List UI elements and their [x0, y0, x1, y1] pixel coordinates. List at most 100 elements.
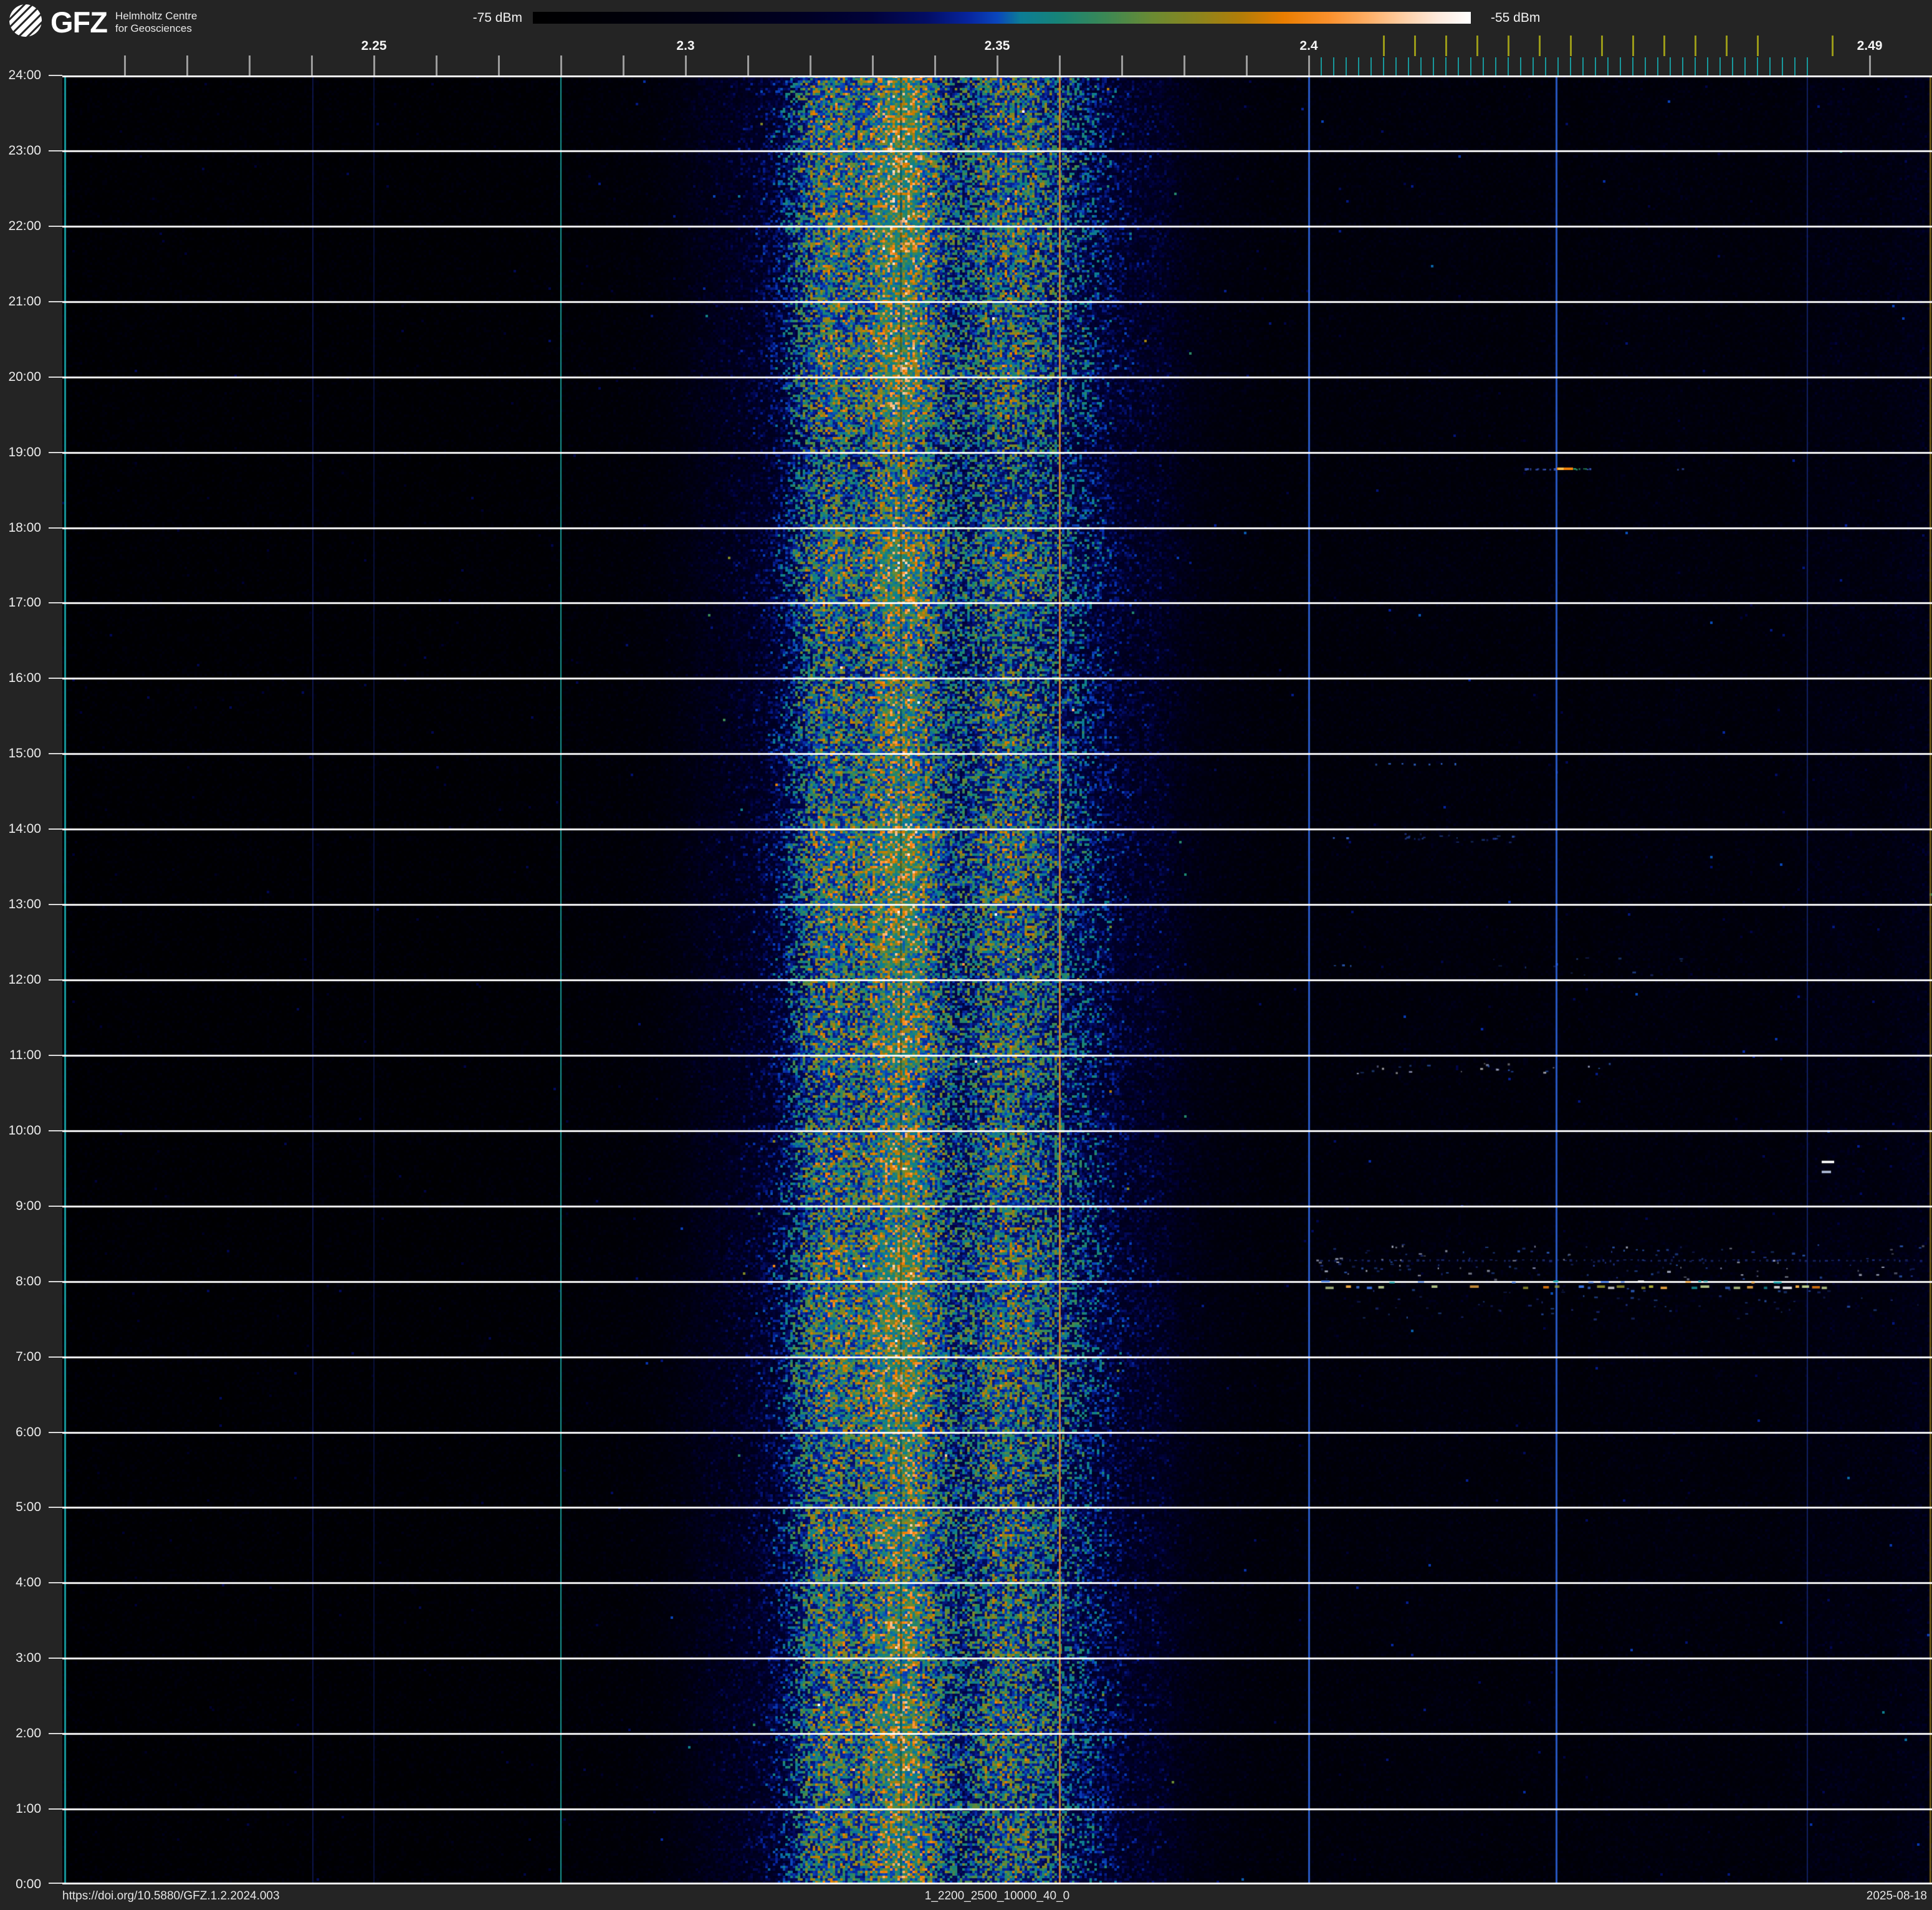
- time-tick-label: 15:00: [8, 746, 41, 761]
- time-tick: [49, 150, 62, 151]
- time-tick-label: 16:00: [8, 671, 41, 686]
- wifi-channel-tick: [1694, 36, 1696, 56]
- ble-channel-tick: [1333, 57, 1334, 75]
- time-tick-label: 10:00: [8, 1123, 41, 1138]
- ble-channel-tick: [1757, 57, 1758, 75]
- time-tick: [49, 527, 62, 529]
- freq-tick: [123, 55, 126, 75]
- ble-channel-tick: [1645, 57, 1646, 75]
- ble-channel-tick: [1557, 57, 1559, 75]
- freq-tick: [1183, 55, 1185, 75]
- wifi-channel-tick: [1569, 36, 1572, 56]
- freq-tick: [497, 55, 500, 75]
- ble-channel-tick: [1545, 57, 1546, 75]
- ble-channel-tick: [1321, 57, 1322, 75]
- ble-channel-tick: [1408, 57, 1409, 75]
- time-tick: [49, 904, 62, 906]
- time-tick-label: 11:00: [9, 1047, 41, 1062]
- ble-channel-tick: [1794, 57, 1796, 75]
- time-tick-label: 9:00: [16, 1198, 41, 1213]
- ble-channel-tick: [1508, 57, 1509, 75]
- time-tick: [49, 678, 62, 679]
- colorbar: [533, 12, 1471, 24]
- time-tick: [49, 1205, 62, 1207]
- ble-channel-tick: [1595, 57, 1596, 75]
- date-text: 2025-08-18: [1866, 1889, 1927, 1903]
- wifi-channel-tick: [1663, 36, 1665, 56]
- gfz-subtitle-line1: Helmholtz Centre: [115, 9, 198, 22]
- time-tick-label: 18:00: [8, 520, 41, 535]
- freq-tick: [622, 55, 624, 75]
- time-tick-label: 6:00: [16, 1424, 41, 1439]
- ble-channel-tick: [1483, 57, 1484, 75]
- time-tick: [49, 376, 62, 378]
- ble-channel-tick: [1433, 57, 1434, 75]
- time-tick-label: 0:00: [16, 1877, 41, 1891]
- time-tick-label: 24:00: [8, 68, 41, 82]
- time-tick-label: 3:00: [16, 1651, 41, 1666]
- time-tick: [49, 1582, 62, 1584]
- time-tick: [49, 979, 62, 981]
- freq-tick: [996, 55, 998, 75]
- freq-tick-label: 2.35: [984, 39, 1010, 53]
- gfz-subtitle: Helmholtz Centre for Geosciences: [115, 10, 197, 35]
- freq-tick: [186, 55, 188, 75]
- ble-channel-tick: [1458, 57, 1459, 75]
- ble-channel-tick: [1769, 57, 1771, 75]
- wifi-channel-tick: [1382, 36, 1385, 56]
- freq-tick-label: 2.25: [361, 39, 387, 53]
- ble-channel-tick: [1582, 57, 1584, 75]
- time-tick: [49, 1356, 62, 1358]
- ble-channel-tick: [1744, 57, 1746, 75]
- time-tick: [49, 75, 62, 76]
- freq-tick: [248, 55, 251, 75]
- freq-tick: [684, 55, 687, 75]
- time-tick: [49, 753, 62, 755]
- ble-channel-tick: [1782, 57, 1783, 75]
- spectrogram-plot: [62, 75, 1932, 1884]
- freq-tick: [1245, 55, 1248, 75]
- freq-tick: [1868, 55, 1871, 75]
- time-tick: [49, 1658, 62, 1659]
- ble-channel-tick: [1807, 57, 1808, 75]
- ble-channel-tick: [1682, 57, 1683, 75]
- time-tick-label: 12:00: [8, 972, 41, 987]
- ble-channel-tick: [1632, 57, 1633, 75]
- ble-channel-tick: [1346, 57, 1347, 75]
- time-tick-label: 14:00: [8, 822, 41, 837]
- freq-tick-label: 2.49: [1857, 39, 1883, 53]
- time-tick-label: 17:00: [8, 595, 41, 610]
- time-tick: [49, 451, 62, 453]
- time-tick-label: 5:00: [16, 1500, 41, 1515]
- freq-tick: [871, 55, 874, 75]
- wifi-channel-tick: [1600, 36, 1603, 56]
- ble-channel-tick: [1470, 57, 1471, 75]
- colorbar-min-label: -75 dBm: [472, 11, 522, 25]
- ble-channel-tick: [1719, 57, 1721, 75]
- time-tick-label: 13:00: [8, 897, 41, 912]
- freq-tick: [747, 55, 749, 75]
- time-tick-label: 8:00: [16, 1274, 41, 1289]
- ble-channel-tick: [1420, 57, 1422, 75]
- ble-channel-tick: [1570, 57, 1571, 75]
- dataset-id-text: 1_2200_2500_10000_40_0: [924, 1889, 1070, 1903]
- wifi-channel-tick: [1725, 36, 1728, 56]
- gfz-globe-icon: [2, 0, 49, 44]
- ble-channel-tick: [1732, 57, 1733, 75]
- time-tick-label: 20:00: [8, 369, 41, 384]
- ble-channel-tick: [1657, 57, 1658, 75]
- ble-channel-tick: [1370, 57, 1372, 75]
- freq-tick: [435, 55, 438, 75]
- freq-tick: [1308, 55, 1310, 75]
- freq-tick-label: 2.4: [1299, 39, 1318, 53]
- ble-channel-tick: [1358, 57, 1359, 75]
- time-tick: [49, 300, 62, 302]
- time-tick-label: 21:00: [8, 294, 41, 309]
- ble-channel-tick: [1445, 57, 1447, 75]
- time-tick: [49, 1054, 62, 1056]
- time-tick-label: 19:00: [8, 444, 41, 459]
- time-tick: [49, 1883, 62, 1884]
- freq-tick: [934, 55, 936, 75]
- time-tick-label: 23:00: [8, 143, 41, 158]
- freq-tick-label: 2.3: [676, 39, 695, 53]
